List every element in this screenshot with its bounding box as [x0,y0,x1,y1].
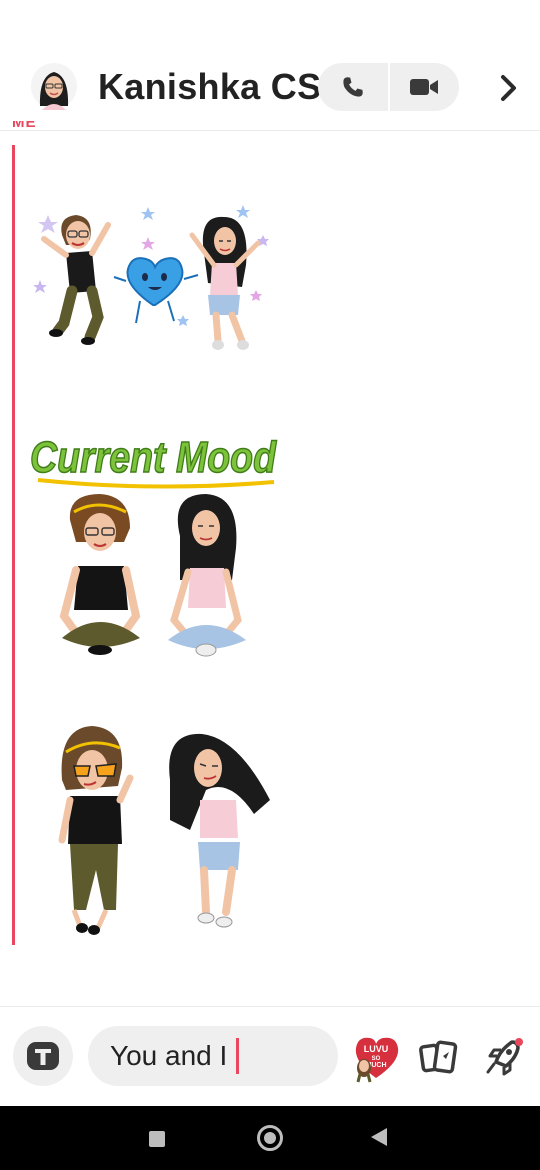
recents-button[interactable] [149,1131,165,1147]
bitmoji-sticker-shortcut[interactable]: LUVU SO MUCH [350,1032,402,1084]
sender-indicator-line [12,145,15,945]
bitmoji-sticker-current-mood[interactable]: Current Mood [28,420,278,665]
text-t-icon [27,1042,59,1070]
text-caret [236,1038,239,1074]
sticker-text-luvu: LUVU [364,1044,389,1054]
text-style-button[interactable] [13,1026,73,1086]
chat-header: Kanishka CS [0,0,540,131]
call-button-group [318,63,459,111]
sticker-text-current-mood: Current Mood [30,433,277,482]
back-button[interactable] [371,1128,387,1146]
avatar[interactable] [30,62,78,110]
rocket-icon[interactable] [482,1034,526,1078]
video-icon [410,79,438,95]
chevron-right-icon[interactable] [492,70,524,106]
chat-input-text: You and I [110,1040,228,1071]
video-call-button[interactable] [389,63,459,111]
voice-call-button[interactable] [318,63,390,111]
home-button[interactable] [257,1125,283,1151]
cards-icon[interactable] [418,1036,462,1080]
chat-input[interactable]: You and I [88,1026,338,1086]
sender-label: ME [12,121,37,131]
bitmoji-sticker-jump[interactable] [28,195,278,375]
phone-icon [343,77,363,97]
bitmoji-sticker-sunglasses[interactable] [40,720,280,940]
contact-name[interactable]: Kanishka CS [98,66,321,108]
